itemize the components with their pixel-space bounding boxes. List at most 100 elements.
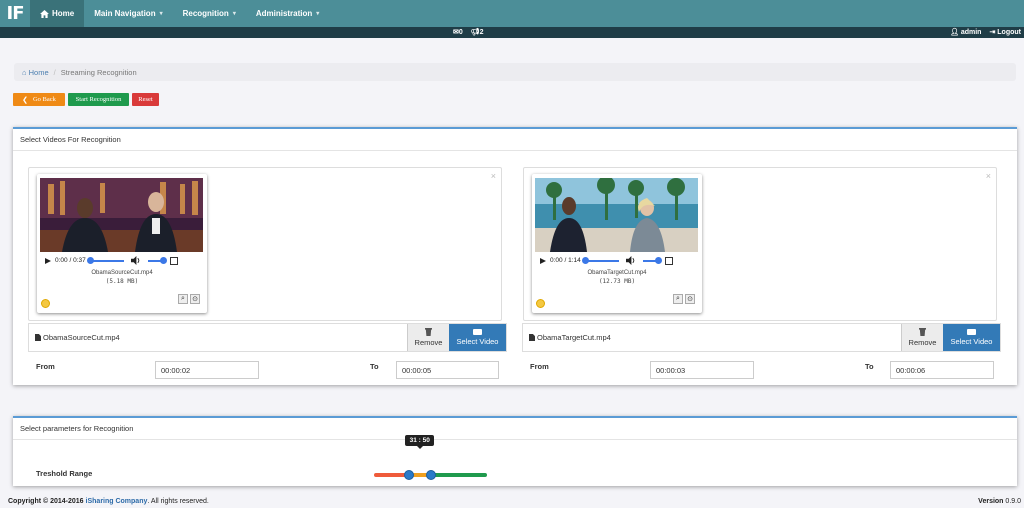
source-from-label: From	[36, 362, 55, 371]
source-video-thumbnail[interactable]	[40, 178, 203, 252]
fullscreen-icon[interactable]	[664, 256, 673, 265]
range-segment-high	[430, 473, 487, 477]
target-remove-label: Remove	[908, 338, 937, 347]
volume-icon[interactable]	[625, 256, 635, 265]
source-file-caption: ObamaSourceCut.mp4	[29, 324, 407, 351]
alert-count: 2	[479, 29, 484, 36]
source-seek-knob[interactable]	[86, 256, 94, 264]
chevron-down-icon: ▾	[159, 11, 163, 17]
threshold-range-label: Treshold Range	[36, 469, 93, 478]
chevron-down-icon: ▾	[316, 11, 320, 17]
company-link[interactable]: iSharing Company	[86, 498, 148, 505]
range-handle-high[interactable]	[425, 470, 436, 480]
file-icon	[529, 334, 535, 341]
drag-handle-icon[interactable]	[41, 299, 50, 308]
nav-recognition[interactable]: Recognition ▾	[173, 0, 246, 27]
rotate-icon[interactable]: ⊙	[685, 294, 695, 304]
copyright-suffix: . All rights reserved.	[147, 498, 209, 505]
nav-administration-label: Administration	[255, 9, 313, 18]
source-to-label: To	[370, 362, 379, 371]
target-select-label: Select Video	[950, 337, 993, 346]
messages-indicator[interactable]: ✉0	[453, 28, 463, 36]
chevron-left-icon: ❮	[22, 95, 28, 104]
start-recognition-button[interactable]: Start Recognition	[68, 93, 129, 106]
target-seek-bar[interactable]	[581, 256, 619, 264]
threshold-range-slider[interactable]	[374, 470, 487, 480]
target-remove-button[interactable]: Remove	[901, 324, 943, 351]
source-to-input[interactable]	[396, 361, 499, 379]
source-from-input[interactable]	[155, 361, 259, 379]
play-icon[interactable]	[45, 257, 51, 264]
target-from-label: From	[530, 362, 549, 371]
copyright-prefix: Copyright © 2014-2016	[8, 498, 86, 505]
source-player-time: 0:00 / 0:37	[55, 257, 86, 264]
alerts-indicator[interactable]: 📢︎2	[471, 28, 484, 36]
source-volume-knob[interactable]	[159, 256, 167, 264]
target-file-bar: ObamaTargetCut.mp4 Remove Select Video	[522, 323, 1001, 352]
brand-logo[interactable]: IF	[0, 0, 30, 27]
nav-home-label: Home	[52, 9, 75, 18]
mail-count: 0	[458, 29, 463, 36]
source-dropzone[interactable]: × 0:00 / 0:37 ObamaSourceCut.mp4 (5.18 M…	[28, 167, 502, 321]
file-icon	[35, 334, 41, 341]
rotate-icon[interactable]: ⊙	[190, 294, 200, 304]
target-video-thumbnail[interactable]	[535, 178, 698, 252]
target-volume-slider[interactable]	[642, 256, 662, 264]
drag-handle-icon[interactable]	[536, 299, 545, 308]
version-label: Version	[978, 498, 1004, 505]
source-select-label: Select Video	[456, 337, 499, 346]
fullscreen-icon[interactable]	[169, 256, 178, 265]
breadcrumb-separator: /	[53, 67, 56, 77]
target-from-input[interactable]	[650, 361, 754, 379]
target-preview-name: ObamaTargetCut.mp4	[587, 270, 647, 276]
source-seek-bar[interactable]	[86, 256, 124, 264]
logout-link[interactable]: ⇥ Logout	[989, 28, 1021, 36]
target-to-label: To	[865, 362, 874, 371]
close-icon[interactable]: ×	[491, 171, 496, 181]
nav-administration[interactable]: Administration ▾	[246, 0, 329, 27]
bullhorn-icon: 📢︎	[470, 29, 480, 36]
close-icon[interactable]: ×	[986, 171, 991, 181]
zoom-icon[interactable]: ⌕	[178, 294, 188, 304]
reset-button[interactable]: Reset	[132, 93, 159, 106]
target-preview-size: (12.73 MB)	[598, 278, 636, 285]
logout-icon: ⇥	[989, 29, 996, 36]
nav-main-navigation[interactable]: Main Navigation ▾	[84, 0, 172, 27]
panel-title: Select parameters for Recognition	[13, 418, 1017, 440]
source-video-player: 0:00 / 0:37	[40, 254, 203, 267]
source-remove-button[interactable]: Remove	[407, 324, 449, 351]
target-to-input[interactable]	[890, 361, 994, 379]
volume-icon[interactable]	[130, 256, 140, 265]
user-icon: 👤︎	[949, 29, 959, 36]
target-preview: 0:00 / 1:14 ObamaTargetCut.mp4 (12.73 MB…	[532, 174, 702, 313]
range-handle-low[interactable]	[404, 470, 415, 480]
folder-open-icon	[967, 329, 976, 335]
logout-label: Logout	[997, 29, 1021, 36]
version-info: Version 0.9.0	[978, 498, 1021, 505]
select-videos-panel: Select Videos For Recognition × 0:00 / 0…	[13, 127, 1017, 385]
source-select-video-button[interactable]: Select Video	[449, 324, 506, 351]
play-icon[interactable]	[540, 257, 546, 264]
source-volume-slider[interactable]	[147, 256, 167, 264]
version-value: 0.9.0	[1005, 498, 1021, 505]
go-back-button[interactable]: ❮ Go Back	[13, 93, 65, 106]
user-menu[interactable]: 👤︎ admin	[950, 28, 981, 36]
breadcrumb-home[interactable]: ⌂ Home	[22, 68, 49, 77]
breadcrumb-current: Streaming Recognition	[60, 67, 137, 77]
source-preview-size: (5.18 MB)	[105, 278, 139, 285]
target-volume-knob[interactable]	[654, 256, 662, 264]
trash-icon	[919, 328, 926, 336]
target-seek-knob[interactable]	[581, 256, 589, 264]
recognition-parameters-panel: Select parameters for Recognition Tresho…	[13, 416, 1017, 486]
copyright: Copyright © 2014-2016 iSharing Company. …	[8, 498, 209, 505]
home-icon	[40, 9, 49, 18]
top-navbar: IF Home Main Navigation ▾ Recognition ▾ …	[0, 0, 1024, 27]
zoom-icon[interactable]: ⌕	[673, 294, 683, 304]
chevron-down-icon: ▾	[232, 11, 236, 17]
go-back-label: Go Back	[32, 96, 56, 103]
status-bar: ✉0 📢︎2 👤︎ admin ⇥ Logout	[0, 27, 1024, 38]
target-select-video-button[interactable]: Select Video	[943, 324, 1000, 351]
target-dropzone[interactable]: × 0:00 / 1:14 ObamaTargetCut.mp4 (12.73 …	[523, 167, 997, 321]
source-file-bar: ObamaSourceCut.mp4 Remove Select Video	[28, 323, 507, 352]
nav-home[interactable]: Home	[30, 0, 85, 27]
